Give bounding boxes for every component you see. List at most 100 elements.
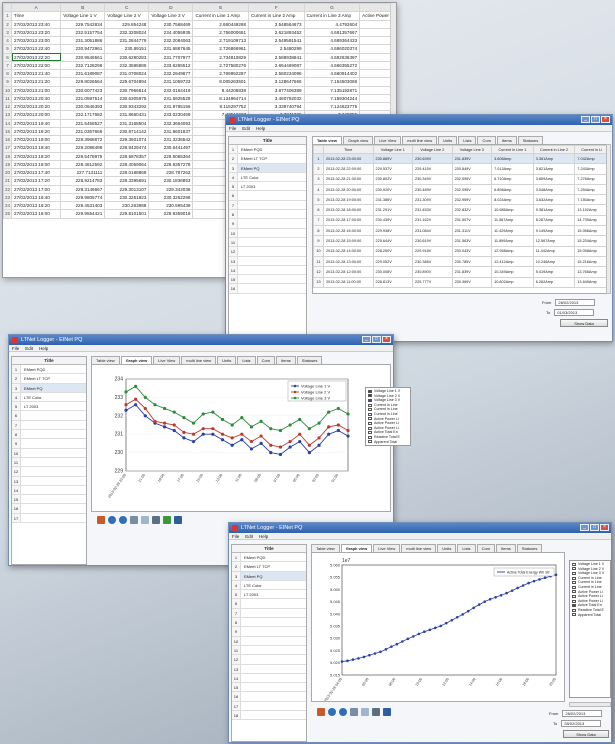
cell[interactable]: 2.5480299	[248, 44, 305, 54]
maximize-button[interactable]: □	[372, 336, 381, 343]
column-header[interactable]: F	[248, 3, 305, 13]
cell[interactable]: 2.756000651	[192, 27, 250, 38]
row-number[interactable]: 1	[3, 11, 13, 21]
tab-com[interactable]: Com	[477, 136, 496, 144]
device-list-item[interactable]: 8	[229, 210, 306, 220]
cell[interactable]: 8.115297752	[192, 101, 250, 112]
device-list-item[interactable]: 11	[229, 237, 306, 248]
zoom-icon[interactable]	[141, 516, 149, 524]
cell[interactable]: 230.6441497	[148, 143, 194, 153]
cell[interactable]: 228.787262	[148, 167, 194, 178]
device-list-item[interactable]: 10	[12, 448, 86, 458]
cell[interactable]: 227.7131111	[60, 167, 106, 178]
checkbox[interactable]	[368, 435, 372, 439]
column-header[interactable]: B	[60, 3, 106, 13]
table-row[interactable]: 3 2013-02-28 21:00:00 230.802V 230.349V 232.…	[313, 173, 609, 185]
table-row[interactable]: 11 2013-02-28 13:00:00 229.052V 230.386V 230…	[313, 255, 609, 268]
header-cell[interactable]: Time	[11, 11, 62, 21]
series-hscrollbar[interactable]	[569, 702, 611, 707]
cell[interactable]: 232.2949677	[148, 68, 194, 79]
cell[interactable]: 27/02/2013 18:00	[11, 159, 62, 170]
row-number[interactable]: 8	[3, 68, 13, 79]
column-header[interactable]: Current in Line 1	[491, 145, 534, 154]
cell[interactable]: 7.124623775	[303, 101, 361, 112]
device-list-item[interactable]: 7	[232, 608, 306, 619]
checkbox[interactable]	[368, 417, 372, 421]
tab-statuses[interactable]: Statuses	[516, 544, 543, 552]
row-number[interactable]: 20	[3, 167, 13, 178]
menu-help[interactable]: Help	[39, 345, 48, 351]
cell[interactable]: 27/02/2013 21:00	[11, 85, 62, 95]
column-header[interactable]: Time	[322, 145, 374, 154]
table-row[interactable]: 10 2013-02-28 14:00:00 228.260V 229.918V 230…	[313, 245, 609, 257]
column-header[interactable]: A	[11, 3, 62, 13]
cell[interactable]: 229.5478975	[60, 151, 106, 161]
cell[interactable]: 230.7966614	[104, 85, 150, 95]
cell[interactable]: 228.4059064	[104, 159, 150, 170]
cell[interactable]: 231.7707977	[148, 52, 194, 62]
device-list-item[interactable]: 6	[232, 599, 306, 609]
cell[interactable]: 228.6878357	[104, 151, 150, 161]
forward-icon[interactable]	[339, 708, 347, 716]
cell[interactable]: 27/02/2013 23:20	[11, 27, 62, 38]
cell[interactable]: 4.4792604	[303, 19, 361, 29]
row-number[interactable]: 4	[3, 35, 13, 46]
tab-table-view[interactable]: Table view	[312, 136, 342, 144]
tab-lists[interactable]: Lists	[237, 356, 256, 364]
row-number[interactable]: 7	[3, 60, 13, 71]
cell[interactable]: 232.3664093	[148, 118, 194, 128]
cell[interactable]: 230.595439	[148, 200, 194, 211]
cell[interactable]: 2.654469087	[248, 60, 305, 71]
close-button[interactable]: ×	[600, 524, 609, 531]
table-row[interactable]: 12 2013-02-28 12:00:00 230.008V 230.890V 231…	[313, 266, 609, 278]
cell[interactable]: 229.3968872	[60, 134, 106, 145]
cell[interactable]: 2.549591541	[248, 35, 305, 46]
menu-file[interactable]: File	[229, 125, 236, 131]
column-header[interactable]: G	[303, 3, 361, 13]
cell[interactable]: 27/02/2013 16:20	[11, 200, 62, 211]
table-row[interactable]: 13 2013-02-28 11:00:00 228.813V 225.777V 230…	[313, 276, 609, 288]
device-list-item[interactable]: 1 EMeet PQD	[232, 553, 306, 563]
device-list-item[interactable]: 17	[12, 513, 86, 524]
cell[interactable]: 27/02/2013 21:40	[11, 68, 62, 79]
cell[interactable]: 7.154503086	[303, 77, 361, 87]
checkbox[interactable]	[572, 604, 576, 608]
checkbox[interactable]	[572, 613, 576, 617]
table-row[interactable]: 1 2013-02-28 23:00:00 230.889V 230.639V 231.…	[313, 152, 609, 165]
cell[interactable]: 27/02/2013 17:40	[11, 167, 62, 178]
device-list-item[interactable]: 18	[232, 711, 306, 721]
show-data-button[interactable]: Show Data	[560, 319, 608, 327]
device-list-item[interactable]: 6	[12, 411, 86, 421]
tab-graph-view[interactable]: Graph view	[342, 136, 374, 144]
cell[interactable]: 231.9785156	[148, 101, 194, 112]
cell[interactable]: 232.7128296	[60, 60, 106, 71]
checkbox[interactable]	[368, 394, 372, 398]
cell[interactable]: 232.0164419	[148, 85, 194, 95]
tab-items[interactable]: Items	[276, 356, 296, 364]
forward-icon[interactable]	[119, 516, 127, 524]
row-number[interactable]: 5	[3, 44, 13, 54]
cell[interactable]: 2.726866961	[192, 44, 250, 54]
device-list-item[interactable]: 9	[229, 219, 306, 229]
tab-units[interactable]: Units	[437, 544, 457, 552]
menu-help[interactable]: Help	[256, 125, 265, 131]
tab-units[interactable]: Units	[217, 356, 237, 364]
table-row[interactable]: 2 2013-02-28 22:00:00 229.537V 229.415V 230.…	[313, 163, 609, 175]
cell[interactable]: 2.769952287	[192, 68, 250, 79]
device-list-item[interactable]: 14	[12, 485, 86, 496]
column-header[interactable]: C	[104, 3, 150, 13]
show-data-button[interactable]: Show Data	[563, 730, 609, 738]
table-row[interactable]: 5 2013-02-28 19:00:00 231.386V 231.309V 232.…	[313, 194, 609, 206]
device-list-item[interactable]: 2 EMeet LT TCP	[229, 154, 306, 164]
cell[interactable]: 229.4531403	[60, 200, 106, 211]
cell[interactable]: 27/02/2013 19:20	[11, 126, 62, 137]
tab-items[interactable]: Items	[496, 544, 516, 552]
cell[interactable]: 2.719109713	[192, 35, 250, 46]
checkbox[interactable]	[572, 599, 576, 603]
cell[interactable]: 229.9357278	[148, 159, 194, 170]
cell[interactable]: 231.1059723	[148, 77, 194, 87]
cell[interactable]: 27/02/2013 21:20	[11, 77, 62, 87]
device-list-item[interactable]: 16	[229, 284, 306, 294]
cell[interactable]: 27/02/2013 23:40	[11, 19, 62, 29]
device-list-item[interactable]: 1 EMeet PQD	[229, 145, 306, 155]
